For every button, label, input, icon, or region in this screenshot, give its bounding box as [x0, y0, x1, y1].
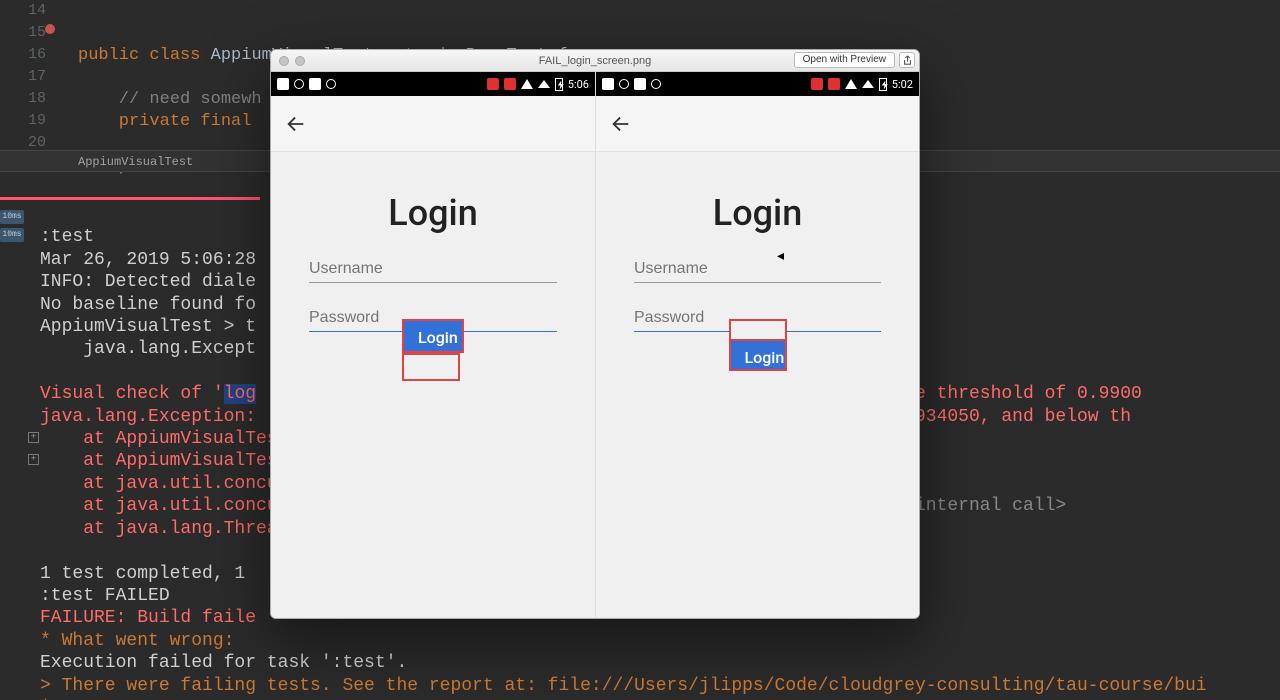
term-line: No baseline found fo — [40, 295, 256, 315]
timing-badge: 10ms — [0, 228, 24, 242]
wifi-icon — [845, 79, 857, 89]
quicklook-window: FAIL_login_screen.png Open with Preview — [270, 49, 920, 619]
record-icon — [619, 79, 629, 89]
timing-badge: 10ms — [0, 210, 24, 224]
login-button-diff-group: Login — [402, 319, 464, 381]
signal-icon — [862, 80, 874, 88]
location-icon — [828, 78, 840, 90]
circle-icon — [326, 79, 336, 89]
stack-line: at AppiumVisualTes — [40, 451, 278, 471]
line-num: 16 — [0, 44, 46, 66]
code-line-14 — [78, 23, 88, 42]
error-line: Visual check of ' — [40, 384, 224, 404]
line-num: 14 — [0, 0, 46, 22]
line-gutter: 14 15 16 17 18 19 20 — [0, 0, 60, 154]
diff-empty-box — [402, 353, 460, 381]
circle-icon — [651, 79, 661, 89]
username-field[interactable] — [634, 256, 881, 283]
android-statusbar: 5:06 — [271, 72, 595, 96]
login-button[interactable]: Login — [731, 341, 785, 369]
failure-line: FAILURE: Build faile — [40, 608, 256, 628]
error-highlight: log — [224, 384, 256, 404]
section-head: * What went wrong: — [40, 631, 234, 651]
kw-private: private final — [78, 112, 251, 131]
stack-line: at AppiumVisualTes — [40, 429, 278, 449]
screenrec-icon — [487, 78, 499, 90]
stack-line: at java.lang.Threa — [40, 519, 278, 539]
window-titlebar[interactable]: FAIL_login_screen.png Open with Preview — [271, 50, 919, 72]
diff-highlight-box: Login — [729, 339, 787, 371]
statusbar-right: 5:06 — [487, 78, 589, 91]
comment: // need somewh — [78, 90, 262, 109]
statusbar-left — [277, 78, 336, 90]
term-line: > There were failing tests. See the repo… — [40, 676, 1207, 696]
app-bar — [596, 96, 919, 152]
share-icon — [903, 55, 912, 65]
record-icon — [294, 79, 304, 89]
line-num: 15 — [0, 22, 46, 44]
expand-icon[interactable]: + — [28, 432, 39, 443]
stack-line: at java.util.concu — [40, 496, 278, 516]
login-title: Login — [309, 192, 557, 234]
summary-line: :test FAILED — [40, 586, 170, 606]
expand-icon[interactable]: + — [28, 454, 39, 465]
summary-line: 1 test completed, 1 — [40, 564, 256, 584]
battery-icon — [555, 78, 563, 91]
preview-diff-body: 5:06 Login Login — [271, 72, 919, 618]
term-line: :test — [40, 227, 94, 247]
kw-public: public — [78, 46, 149, 65]
username-field[interactable] — [309, 256, 557, 283]
login-form: Login Login — [271, 152, 595, 618]
term-line: Mar 26, 2019 5:06:28 — [40, 250, 256, 270]
share-button[interactable] — [899, 52, 915, 68]
login-title: Login — [634, 192, 881, 234]
actual-screenshot: 5:02 Login Login — [595, 72, 919, 618]
screenrec-icon — [811, 78, 823, 90]
term-line: INFO: Detected diale — [40, 272, 256, 292]
term-line: Execution failed for task ':test'. — [40, 653, 407, 673]
clock-text: 5:06 — [568, 78, 589, 91]
error-line: java.lang.Exception: — [40, 407, 256, 427]
signal-icon — [538, 80, 550, 88]
login-button[interactable]: Login — [404, 321, 462, 351]
login-form: Login Login — [596, 152, 919, 618]
clock-text: 5:02 — [892, 78, 913, 91]
baseline-screenshot: 5:06 Login Login — [271, 72, 595, 618]
line-num: 17 — [0, 66, 46, 88]
statusbar-left — [602, 78, 661, 90]
scroll-error-indicator — [0, 197, 260, 200]
sd-icon — [634, 78, 646, 90]
line-num: 18 — [0, 88, 46, 110]
wifi-icon — [521, 79, 533, 89]
cast-icon — [277, 78, 289, 90]
statusbar-right: 5:02 — [811, 78, 913, 91]
error-gutter-icon — [45, 24, 55, 34]
location-icon — [504, 78, 516, 90]
stack-line: at java.util.concu — [40, 474, 278, 494]
open-with-preview-button[interactable]: Open with Preview — [794, 52, 895, 68]
sd-icon — [309, 78, 321, 90]
kw-class: class — [149, 46, 210, 65]
battery-icon — [879, 78, 887, 91]
cast-icon — [602, 78, 614, 90]
diff-highlight-box: Login — [402, 319, 464, 353]
back-arrow-icon[interactable] — [285, 113, 307, 135]
login-button-diff-group: Login — [729, 319, 787, 371]
diff-empty-box — [729, 319, 787, 341]
breadcrumb-item[interactable]: AppiumVisualTest — [78, 155, 193, 169]
term-line: java.lang.Except — [40, 339, 256, 359]
term-line: AppiumVisualTest > t — [40, 317, 256, 337]
back-arrow-icon[interactable] — [610, 113, 632, 135]
line-num: 19 — [0, 110, 46, 132]
app-bar — [271, 96, 595, 152]
android-statusbar: 5:02 — [596, 72, 919, 96]
